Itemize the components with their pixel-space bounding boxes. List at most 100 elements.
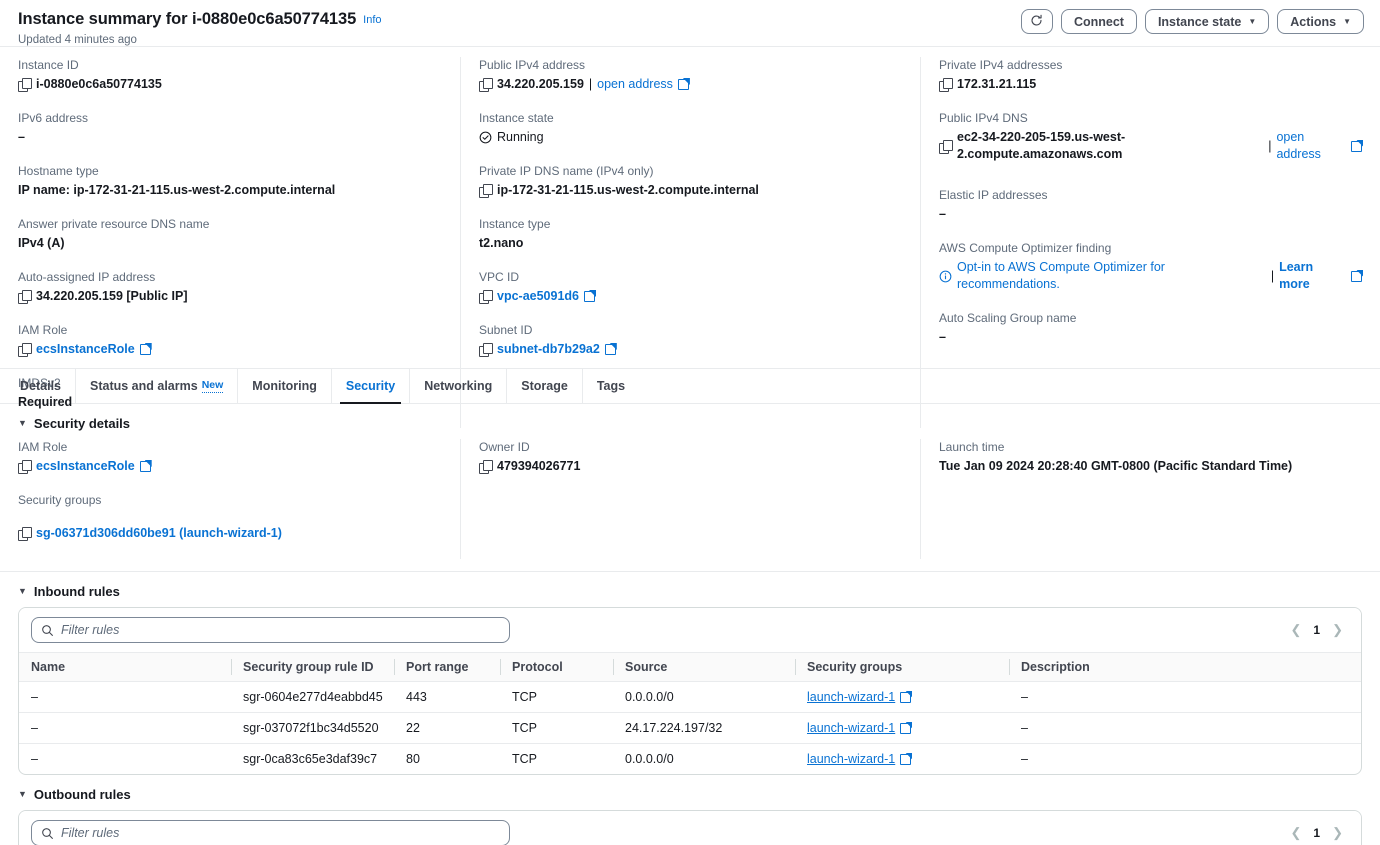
copy-icon[interactable] [18,290,32,304]
separator: | [1270,268,1275,283]
security-group-link[interactable]: sg-06371d306dd60be91 (launch-wizard-1) [36,525,282,542]
inbound-filter-input[interactable] [61,623,500,637]
previous-page-icon[interactable]: ❮ [1291,622,1302,638]
outbound-filter-input[interactable] [61,826,500,840]
elastic-ip-value: – [939,207,946,221]
outbound-table-toolbar: ❮ 1 ❯ [19,811,1361,845]
cell-source: 0.0.0.0/0 [625,752,674,766]
tab-label: Storage [521,379,568,393]
connect-button[interactable]: Connect [1060,9,1137,34]
copy-icon[interactable] [18,527,32,541]
field-label: Auto-assigned IP address [18,270,156,284]
page-number: 1 [1313,826,1321,840]
iam-role-link[interactable]: ecsInstanceRole [36,458,135,475]
cell-name: – [31,752,38,766]
field-security-iam-role: IAM Role ecsInstanceRole [18,439,442,475]
auto-scaling-group-value: – [939,330,946,344]
private-ip-dns-value: ip-172-31-21-115.us-west-2.compute.inter… [497,183,759,197]
column-header-rule-id: Security group rule ID [231,652,394,682]
open-address-link[interactable]: open address [1276,129,1346,163]
tab-status-and-alarms[interactable]: Status and alarms New [76,369,239,403]
cell-protocol: TCP [512,752,537,766]
copy-icon[interactable] [18,343,32,357]
hostname-type-value: IP name: ip-172-31-21-115.us-west-2.comp… [18,183,336,197]
next-page-icon[interactable]: ❯ [1332,622,1343,638]
tab-details[interactable]: Details [6,369,76,403]
table-header-row: Name Security group rule ID Port range P… [19,652,1361,682]
field-label: AWS Compute Optimizer finding [939,241,1112,255]
security-group-link[interactable]: launch-wizard-1 [807,721,895,735]
copy-icon[interactable] [479,290,493,304]
outbound-rules-section-header[interactable]: ▼ Outbound rules [0,775,1380,810]
tab-tags[interactable]: Tags [583,369,639,403]
info-link[interactable]: Info [363,14,381,26]
tab-storage[interactable]: Storage [507,369,583,403]
copy-icon[interactable] [479,343,493,357]
header-actions: Connect Instance state ▼ Actions ▼ [1020,9,1364,34]
field-value: t2.nano [479,235,902,252]
security-group-link[interactable]: launch-wizard-1 [807,752,895,766]
external-link-icon [139,344,151,355]
tab-networking[interactable]: Networking [410,369,508,403]
copy-icon[interactable] [939,139,953,154]
inbound-filter-box[interactable] [31,617,510,643]
external-link-icon [604,344,616,355]
connect-button-label: Connect [1073,14,1124,29]
cell-security-group: launch-wizard-1 [795,744,1009,775]
copy-icon[interactable] [939,78,953,92]
copy-icon[interactable] [18,78,32,92]
field-iam-role: IAM Role ecsInstanceRole [18,322,442,358]
previous-page-icon[interactable]: ❮ [1291,825,1302,841]
vpc-id-link[interactable]: vpc-ae5091d6 [497,288,579,305]
instance-state-dropdown[interactable]: Instance state ▼ [1144,9,1270,34]
field-label: Elastic IP addresses [939,188,1048,202]
field-value: 34.220.205.159 [Public IP] [18,288,442,305]
field-value: Opt-in to AWS Compute Optimizer for reco… [939,259,1362,293]
actions-dropdown[interactable]: Actions ▼ [1277,9,1364,34]
field-value: ec2-34-220-205-159.us-west-2.compute.ama… [939,129,1362,163]
field-subnet-id: Subnet ID subnet-db7b29a2 [479,322,902,358]
compute-optimizer-optin-link[interactable]: Opt-in to AWS Compute Optimizer for reco… [957,259,1266,293]
column-header-name: Name [19,652,231,682]
field-label: Hostname type [18,164,99,178]
field-auto-assigned-ip: Auto-assigned IP address 34.220.205.159 … [18,269,442,305]
instance-type-value: t2.nano [479,236,524,250]
iam-role-link[interactable]: ecsInstanceRole [36,341,135,358]
learn-more-link[interactable]: Learn more [1279,259,1346,293]
field-label: Answer private resource DNS name [18,217,210,231]
subnet-id-link[interactable]: subnet-db7b29a2 [497,341,600,358]
instance-summary-page: Instance summary for i-0880e0c6a50774135… [0,0,1380,845]
column-header-protocol: Protocol [500,652,613,682]
cell-source: 24.17.224.197/32 [613,712,795,744]
column-header-port-range: Port range [394,652,500,682]
next-page-icon[interactable]: ❯ [1332,825,1343,841]
outbound-filter-box[interactable] [31,820,510,845]
tab-security[interactable]: Security [332,369,411,404]
inbound-table-body: – sgr-0604e277d4eabbd45 443 TCP 0.0.0.0/… [19,681,1361,775]
tab-monitoring[interactable]: Monitoring [238,369,332,403]
public-ipv4-value: 34.220.205.159 [497,77,584,91]
cell-name: – [19,681,231,713]
cell-source: 0.0.0.0/0 [613,681,795,713]
security-group-link[interactable]: launch-wizard-1 [807,690,895,704]
field-instance-state: Instance state Running [479,110,902,146]
copy-icon[interactable] [479,184,493,198]
field-public-ipv4-dns: Public IPv4 DNS ec2-34-220-205-159.us-we… [939,110,1362,163]
cell-security-group: launch-wizard-1 [795,712,1009,744]
field-public-ipv4-address: Public IPv4 address 34.220.205.159 | ope… [479,57,902,93]
inbound-rules-section-header[interactable]: ▼ Inbound rules [0,572,1380,607]
open-address-link[interactable]: open address [597,76,673,93]
external-link-icon [1351,270,1362,282]
refresh-button[interactable] [1020,9,1053,34]
copy-icon[interactable] [479,78,493,92]
field-label: IAM Role [18,323,68,337]
security-group-cell-link-wrap: launch-wizard-1 [807,690,912,704]
field-value: vpc-ae5091d6 [479,288,902,305]
field-label: Instance ID [18,58,79,72]
copy-icon[interactable] [479,460,493,474]
field-answer-private-dns: Answer private resource DNS name IPv4 (A… [18,216,442,252]
outbound-rules-table-container: ❮ 1 ❯ Name Security group rule ID Port r… [18,810,1362,845]
field-label: Owner ID [479,440,530,454]
field-value: 479394026771 [479,458,902,475]
copy-icon[interactable] [18,460,32,474]
